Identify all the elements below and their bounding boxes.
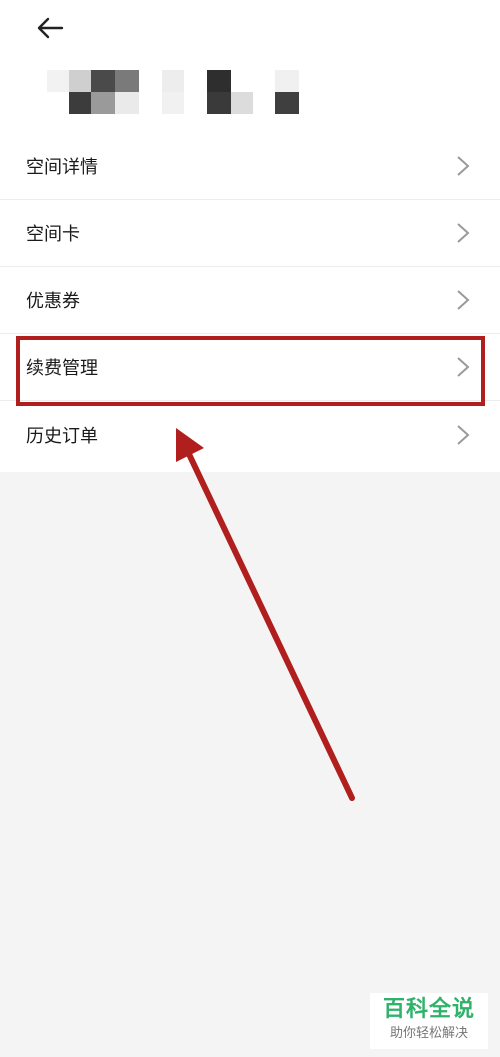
chevron-right-icon: [457, 357, 470, 377]
watermark-title: 百科全说: [382, 997, 475, 1022]
arrow-left-icon: [37, 17, 64, 39]
watermark: 百科全说 助你轻松解决: [370, 993, 488, 1049]
menu-list: 空间详情 空间卡 优惠券 续费管理 历史订单: [0, 133, 500, 468]
back-button[interactable]: [30, 10, 70, 46]
chevron-right-icon: [457, 223, 470, 243]
menu-item-space-card[interactable]: 空间卡: [0, 200, 500, 267]
menu-item-renewal-management[interactable]: 续费管理: [0, 334, 500, 401]
chevron-right-icon: [457, 424, 470, 445]
menu-item-coupons[interactable]: 优惠券: [0, 267, 500, 334]
menu-item-label: 空间详情: [26, 157, 98, 178]
menu-item-space-details[interactable]: 空间详情: [0, 133, 500, 200]
menu-item-label: 空间卡: [26, 224, 80, 245]
settings-panel: 空间详情 空间卡 优惠券 续费管理 历史订单: [0, 0, 500, 472]
menu-item-label: 续费管理: [26, 358, 98, 379]
menu-item-label: 优惠券: [26, 291, 80, 312]
chevron-right-icon: [457, 156, 470, 176]
chevron-right-icon: [457, 290, 470, 310]
menu-item-label: 历史订单: [26, 425, 98, 447]
watermark-subtitle: 助你轻松解决: [389, 1026, 468, 1041]
menu-item-order-history[interactable]: 历史订单: [0, 401, 500, 468]
